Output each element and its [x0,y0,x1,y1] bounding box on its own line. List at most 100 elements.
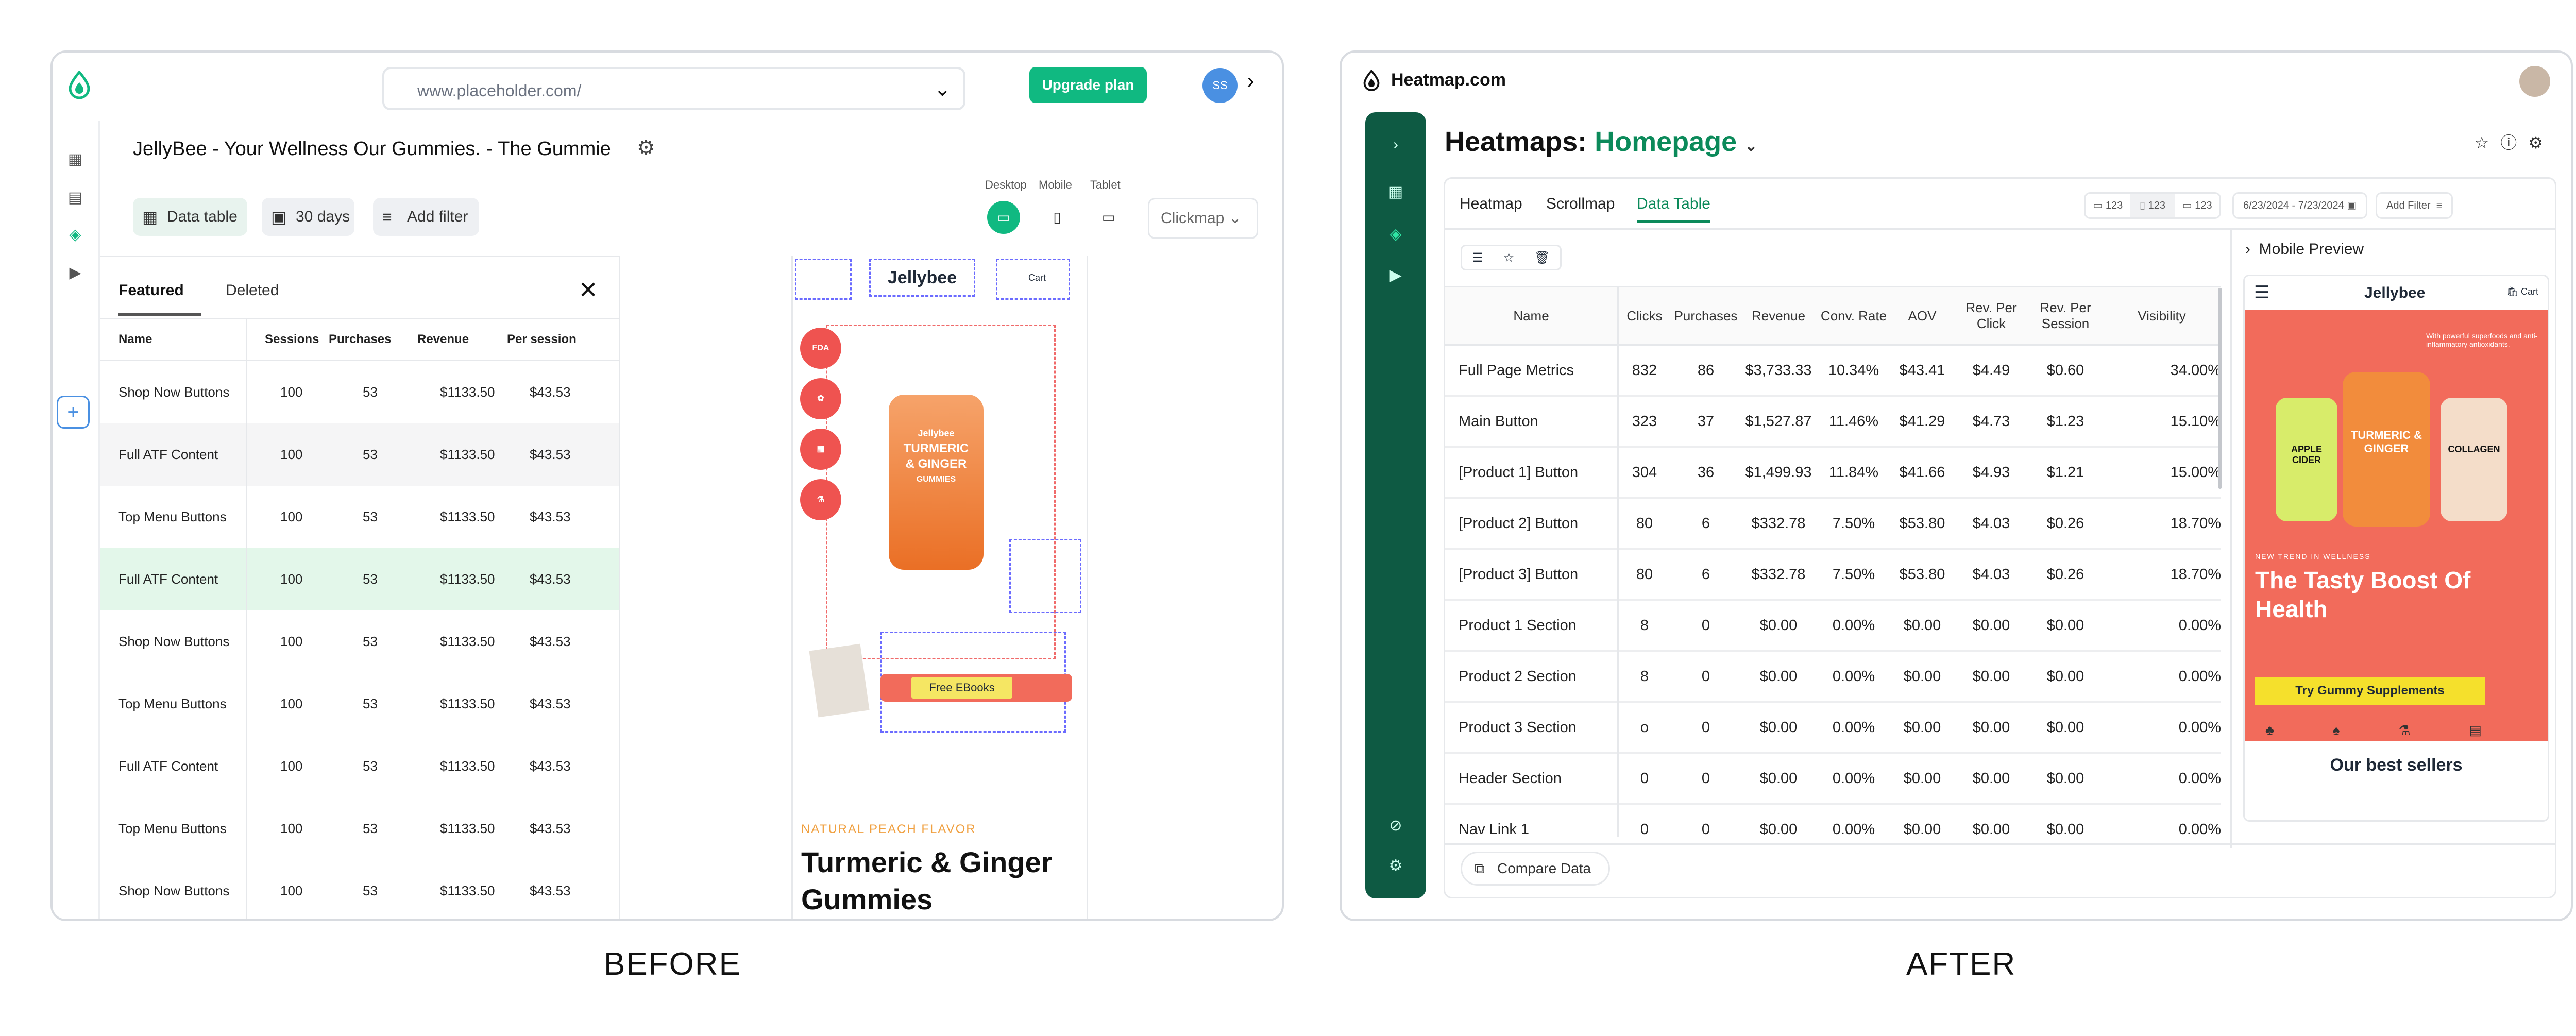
video-icon[interactable]: ▶ [64,262,87,284]
col-revenue[interactable]: Revenue [417,319,469,360]
table-row[interactable]: Product 3 Section o 0 $0.00 0.00% $0.00 $0.00 $… [1445,703,2221,754]
col-purchases[interactable]: Purchases [329,319,391,360]
col-header[interactable]: AOV [1890,287,1954,344]
table-row[interactable]: [Product 1] Button 304 36 $1,499.93 11.84% $4… [1445,448,2221,499]
table-row[interactable]: Top Menu Buttons 100 53 $1133.50 $43.53 [100,673,619,735]
clickmap-select[interactable]: Clickmap ⌄ [1148,198,1258,239]
list-icon[interactable]: ☰ [1472,250,1483,265]
free-ebooks-button[interactable]: Free EBooks [911,677,1012,699]
cell-purchases: 53 [363,758,378,774]
video-icon[interactable]: ▶ [1384,264,1408,287]
avatar[interactable]: SS [1202,68,1238,103]
menu-icon[interactable]: ☰ [2254,282,2269,303]
table-row[interactable]: Nav Link 1 0 0 $0.00 0.00% $0.00 $0.00 $0.00 0.0… [1445,805,2221,838]
desktop-count[interactable]: ▭ 123 [2086,194,2130,217]
table-row[interactable]: Product 2 Section 8 0 $0.00 0.00% $0.00 $0.00 $… [1445,652,2221,703]
table-cell: $0.00 [2046,719,2084,736]
document-icon[interactable]: ▤ [64,186,87,209]
mobile-count[interactable]: ▯ 123 [2130,194,2175,217]
add-filter-button[interactable]: ≡ Add filter [373,198,479,236]
col-header[interactable]: Rev. Per Click [1954,287,2028,344]
star-icon[interactable]: ☆ [2475,133,2501,152]
attachment-icon[interactable]: ⊘ [1384,814,1408,838]
grid-icon[interactable]: ▦ [64,148,87,171]
info-icon[interactable]: ⓘ [2500,133,2528,152]
table-row[interactable]: [Product 3] Button 80 6 $332.78 7.50% $53.80 $… [1445,550,2221,601]
tab-featured[interactable]: Featured [118,282,184,299]
table-row[interactable]: Product 1 Section 8 0 $0.00 0.00% $0.00 $0.00 $… [1445,601,2221,652]
table-row[interactable]: Full Page Metrics 832 86 $3,733.33 10.34% $43… [1445,346,2221,397]
tab-heatmap[interactable]: Heatmap [1460,195,1522,213]
col-sessions[interactable]: Sessions [265,319,319,360]
add-button[interactable]: + [57,396,90,429]
heading-page-select[interactable]: Homepage [1595,126,1737,157]
heatmap-icon[interactable]: ◈ [64,224,87,246]
tablet-count[interactable]: ▭ 123 [2175,194,2219,217]
table-row[interactable]: Top Menu Buttons 100 53 $1133.50 $43.53 [100,797,619,860]
menu-region[interactable] [795,259,852,300]
tab-data-table[interactable]: Data Table [1637,195,1710,223]
column-divider[interactable] [246,318,247,919]
col-header[interactable]: Purchases [1672,287,1740,344]
grid-icon[interactable]: ▦ [1384,180,1408,204]
preview-cart[interactable]: Cart [996,259,1070,300]
table-row[interactable]: Full ATF Content 100 53 $1133.50 $43.53 [100,735,619,797]
filter-icon: ≡ [382,208,392,226]
table-cell: 15.00% [2170,464,2221,481]
heatmap-icon[interactable]: ◈ [1384,223,1408,246]
table-row[interactable]: Main Button 323 37 $1,527.87 11.46% $41.29 $4.… [1445,397,2221,448]
col-per-session[interactable]: Per session [507,319,577,360]
table-row[interactable]: Shop Now Buttons 100 53 $1133.50 $43.53 [100,610,619,673]
table-cell: 36 [1697,464,1715,481]
table-cell: [Product 1] Button [1459,464,1579,481]
col-header[interactable]: Name [1445,287,1617,344]
table-row[interactable]: Full ATF Content 100 53 $1133.50 $43.53 [100,548,619,610]
star-icon[interactable]: ☆ [1503,250,1515,265]
close-icon[interactable]: × [579,271,597,307]
cell-name: Top Menu Buttons [118,509,227,524]
mobile-preview-toggle[interactable]: › Mobile Preview [2245,241,2364,258]
upgrade-plan-button[interactable]: Upgrade plan [1029,67,1147,103]
table-cell: $43.41 [1899,362,1945,379]
col-header[interactable]: Visibility [2103,287,2221,344]
gear-icon[interactable]: ⚙ [1384,854,1408,878]
chevron-down-icon[interactable]: ⌄ [1744,138,1757,155]
url-selector[interactable]: www.placeholder.com/ ⌄ [382,67,965,110]
table-row[interactable]: Shop Now Buttons 100 53 $1133.50 $43.53 [100,860,619,919]
tab-deleted[interactable]: Deleted [226,282,279,299]
trash-icon[interactable]: 🗑 [1534,250,1550,265]
table-row[interactable]: Shop Now Buttons 100 53 $1133.50 $43.53 [100,361,619,423]
desktop-icon[interactable]: ▭ [987,201,1020,234]
col-header[interactable]: Conv. Rate [1817,287,1890,344]
device-filter[interactable]: ▭ 123 ▯ 123 ▭ 123 [2084,192,2221,219]
table-cell: 0 [1701,617,1710,634]
preview-brand[interactable]: Jellybee [869,259,975,297]
col-header[interactable]: Revenue [1740,287,1817,344]
gear-icon[interactable]: ⚙ [2528,133,2554,152]
try-gummy-button[interactable]: Try Gummy Supplements [2255,677,2485,705]
table-row[interactable]: Header Section 0 0 $0.00 0.00% $0.00 $0.00 $0.0… [1445,754,2221,805]
compare-data-button[interactable]: ⧉ Compare Data [1461,852,1610,886]
tab-scrollmap[interactable]: Scrollmap [1546,195,1615,213]
chevron-right-icon[interactable]: › [1247,68,1255,94]
date-range-button[interactable]: ▣ 30 days [262,198,354,236]
tablet-icon[interactable]: ▭ [1092,201,1125,234]
date-range-picker[interactable]: 6/23/2024 - 7/23/2024 ▣ [2232,192,2368,219]
chevron-right-icon[interactable]: › [1384,133,1408,157]
cta-bar[interactable]: Free EBooks [880,674,1072,702]
table-row[interactable]: Top Menu Buttons 100 53 $1133.50 $43.53 [100,486,619,548]
mobile-cart[interactable]: 🛍 Cart [2506,286,2538,297]
col-name[interactable]: Name [118,319,152,360]
table-row[interactable]: [Product 2] Button 80 6 $332.78 7.50% $53.80 $… [1445,499,2221,550]
header-actions[interactable]: ☆ⓘ⚙ [2475,130,2554,154]
add-filter-button[interactable]: Add Filter ≡ [2376,192,2453,219]
col-header[interactable]: Rev. Per Session [2028,287,2103,344]
avatar[interactable] [2519,66,2550,97]
thumbnail-region[interactable] [1009,539,1081,613]
data-table-button[interactable]: ▦ Data table [133,198,247,236]
gear-icon[interactable]: ⚙ [637,136,655,160]
col-header[interactable]: Clicks [1617,287,1672,344]
table-scrollbar[interactable] [2218,288,2222,489]
table-row[interactable]: Full ATF Content 100 53 $1133.50 $43.53 [100,423,619,486]
mobile-icon[interactable]: ▯ [1041,201,1074,234]
